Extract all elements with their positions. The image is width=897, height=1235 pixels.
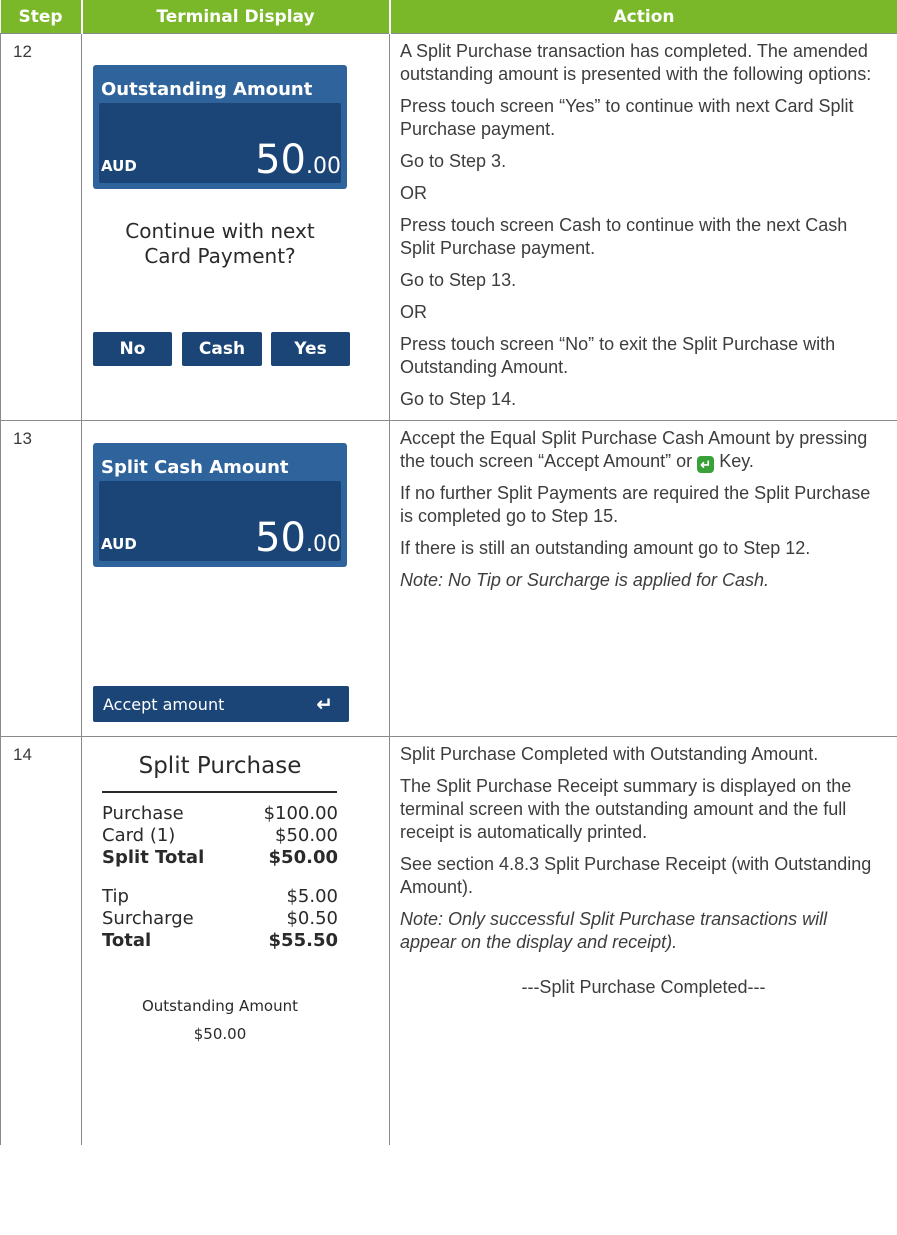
amount-value: 50.00 <box>255 515 341 561</box>
no-button[interactable]: No <box>93 332 172 366</box>
header-terminal-display: Terminal Display <box>81 0 391 34</box>
cash-button[interactable]: Cash <box>182 332 262 366</box>
action-text: A Split Purchase transaction has complet… <box>400 41 872 409</box>
display-cell: Split Purchase Purchase $100.00 Card (1) $… <box>81 736 390 1145</box>
split-cash-amount-panel: Split Cash Amount AUD 50.00 <box>93 443 347 567</box>
outstanding-value: $50.00 <box>193 1025 247 1043</box>
step-row-14: 14 Split Purchase Purchase $100.00 Card (… <box>0 736 897 1145</box>
amount-value: 50.00 <box>255 137 341 183</box>
display-cell: Outstanding Amount AUD 50.00 Continue wi… <box>81 33 390 421</box>
step-row-12: 12 Outstanding Amount AUD 50.00 Continue… <box>0 33 897 421</box>
panel-title: Outstanding Amount <box>101 79 313 100</box>
header-row: Step Terminal Display Action <box>0 0 897 34</box>
step-number: 12 <box>13 42 32 61</box>
step-number: 13 <box>13 429 32 448</box>
header-action: Action <box>389 0 897 34</box>
currency-label: AUD <box>101 157 137 175</box>
display-cell: Split Cash Amount AUD 50.00 Accept amoun… <box>81 420 390 737</box>
currency-label: AUD <box>101 535 137 553</box>
action-cell: Accept the Equal Split Purchase Cash Amo… <box>389 420 897 737</box>
terminal-buttons: No Cash Yes <box>82 332 358 366</box>
action-cell: Split Purchase Completed with Outstandin… <box>389 736 897 1145</box>
receipt-title: Split Purchase <box>138 753 302 779</box>
outstanding-amount-panel: Outstanding Amount AUD 50.00 <box>93 65 347 189</box>
step-cell: 12 <box>0 33 82 421</box>
enter-key-icon: ↵ <box>697 456 715 473</box>
outstanding-label: Outstanding Amount <box>141 997 299 1015</box>
yes-button[interactable]: Yes <box>271 332 350 366</box>
continue-prompt: Continue with next Card Payment? <box>125 219 315 268</box>
accept-amount-button[interactable]: Accept amount ↵ <box>93 686 349 722</box>
receipt-divider <box>102 791 337 793</box>
receipt-summary: Split Purchase Purchase $100.00 Card (1) $… <box>82 737 389 1145</box>
panel-title: Split Cash Amount <box>101 457 289 478</box>
step-number: 14 <box>13 745 32 764</box>
action-cell: A Split Purchase transaction has complet… <box>389 33 897 421</box>
completion-footer: ---Split Purchase Completed--- <box>521 977 766 997</box>
steps-table: Step Terminal Display Action 12 Outstand… <box>0 0 897 1145</box>
step-cell: 13 <box>0 420 82 737</box>
step-row-13: 13 Split Cash Amount AUD 50.00 Accept am… <box>0 420 897 737</box>
step-cell: 14 <box>0 736 82 1145</box>
action-text: Split Purchase Completed with Outstandin… <box>390 737 897 999</box>
return-key-icon: ↵ <box>316 692 333 716</box>
action-text: Accept the Equal Split Purchase Cash Amo… <box>400 428 871 590</box>
header-step: Step <box>0 0 83 34</box>
